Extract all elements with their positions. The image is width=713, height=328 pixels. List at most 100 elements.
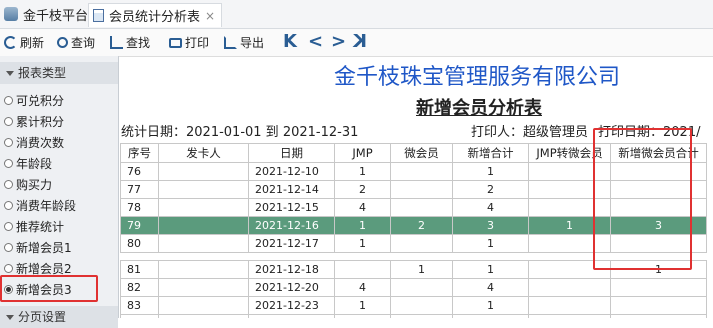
report-type-option[interactable]: 消费次数 — [4, 133, 64, 151]
table-row[interactable]: 83 2021-12-23 1 1 — [120, 296, 707, 315]
column-header[interactable]: 新增合计 — [452, 143, 529, 163]
table-cell: 83 — [120, 296, 159, 315]
document-icon — [93, 9, 104, 22]
section-title: 报表类型 — [18, 66, 67, 80]
table-cell: 4 — [452, 278, 529, 297]
highlight-box-selected-option — [0, 275, 98, 302]
table-cell: 77 — [120, 180, 159, 199]
table-cell — [390, 198, 453, 217]
table-cell: 78 — [120, 198, 159, 217]
table-cell: 2021-12-23 — [248, 296, 335, 315]
query-label: 查询 — [71, 36, 96, 50]
table-cell: 1 — [390, 314, 453, 318]
next-page-button[interactable]: > — [331, 32, 346, 52]
option-label: 年龄段 — [16, 156, 53, 171]
radio-button-icon[interactable] — [4, 137, 13, 147]
table-row[interactable]: 842021-12-24111 — [120, 314, 707, 318]
column-header[interactable]: 序号 — [120, 143, 159, 163]
option-label: 消费次数 — [16, 135, 65, 150]
tab-bar: 金千枝平台 会员统计分析表 × — [0, 0, 713, 29]
query-button[interactable]: 查询 — [57, 32, 95, 53]
close-tab-button[interactable]: × — [205, 9, 215, 23]
table-cell — [528, 296, 611, 315]
highlight-box-new-wechat-total — [593, 128, 692, 270]
table-cell — [390, 278, 453, 297]
tab-member-stats[interactable]: 会员统计分析表 × — [88, 3, 222, 27]
table-cell — [390, 234, 453, 253]
column-header[interactable]: 日期 — [248, 143, 335, 163]
table-cell: 2021-12-24 — [248, 314, 335, 318]
table-cell: 1 — [334, 234, 391, 253]
search-icon — [57, 37, 68, 48]
table-cell: 2021-12-14 — [248, 180, 335, 199]
table-cell — [158, 260, 249, 279]
table-cell: 80 — [120, 234, 159, 253]
toolbar: 刷新 查询 查找 打印 导出 K < > K — [0, 29, 713, 57]
table-cell: 82 — [120, 278, 159, 297]
table-cell — [158, 296, 249, 315]
table-cell: 76 — [120, 162, 159, 181]
table-cell — [158, 234, 249, 253]
option-label: 购买力 — [16, 177, 53, 192]
last-page-button[interactable]: K — [353, 31, 367, 52]
find-icon — [110, 36, 123, 49]
radio-button-icon[interactable] — [4, 200, 13, 210]
table-cell: 79 — [120, 216, 159, 235]
export-label: 导出 — [240, 36, 265, 50]
report-type-option[interactable]: 可兑积分 — [4, 91, 64, 109]
radio-button-icon[interactable] — [4, 263, 13, 273]
table-cell — [158, 162, 249, 181]
table-cell — [390, 180, 453, 199]
column-header[interactable]: JMP — [334, 143, 391, 163]
option-label: 新增会员2 — [16, 261, 72, 276]
table-cell — [528, 278, 611, 297]
table-cell — [610, 296, 707, 315]
table-cell — [158, 180, 249, 199]
refresh-button[interactable]: 刷新 — [4, 32, 44, 53]
report-title: 新增会员分析表 — [416, 98, 542, 119]
radio-button-icon[interactable] — [4, 95, 13, 105]
first-page-button[interactable]: K — [283, 32, 297, 52]
table-cell: 2021-12-15 — [248, 198, 335, 217]
radio-button-icon[interactable] — [4, 242, 13, 252]
table-cell: 1 — [610, 314, 707, 318]
report-type-option[interactable]: 累计积分 — [4, 112, 64, 130]
report-type-section[interactable]: 报表类型 — [0, 62, 118, 84]
radio-button-icon[interactable] — [4, 221, 13, 231]
print-button[interactable]: 打印 — [169, 32, 209, 53]
table-row[interactable]: 82 2021-12-20 4 4 — [120, 278, 707, 297]
column-header[interactable]: 发卡人 — [158, 143, 249, 163]
radio-button-icon[interactable] — [4, 116, 13, 126]
radio-button-icon[interactable] — [4, 179, 13, 189]
radio-button-icon[interactable] — [4, 158, 13, 168]
page-settings-section[interactable]: 分页设置 — [0, 306, 118, 328]
find-label: 查找 — [126, 36, 151, 50]
report-type-option[interactable]: 年龄段 — [4, 154, 52, 172]
table-cell — [158, 278, 249, 297]
table-cell — [334, 260, 391, 279]
table-cell: 2021-12-10 — [248, 162, 335, 181]
report-area: 金千枝珠宝管理服务有限公司 新增会员分析表 统计日期：2021-01-01 到 … — [118, 56, 713, 318]
app-logo-icon — [4, 7, 18, 21]
table-cell: 2021-12-16 — [248, 216, 335, 235]
report-type-option[interactable]: 消费年龄段 — [4, 196, 76, 214]
app-brand[interactable]: 金千枝平台 — [4, 4, 88, 24]
export-button[interactable]: 导出 — [224, 32, 264, 53]
table-cell: 1 — [334, 296, 391, 315]
find-button[interactable]: 查找 — [110, 32, 150, 53]
table-cell: 1 — [452, 162, 529, 181]
table-cell: 3 — [452, 216, 529, 235]
table-cell — [158, 314, 249, 318]
prev-page-button[interactable]: < — [308, 32, 323, 52]
print-label: 打印 — [185, 36, 210, 50]
table-cell: 2021-12-18 — [248, 260, 335, 279]
table-cell: 1 — [334, 162, 391, 181]
column-header[interactable]: 微会员 — [390, 143, 453, 163]
report-type-option[interactable]: 购买力 — [4, 175, 52, 193]
table-cell: 1 — [452, 296, 529, 315]
report-type-option[interactable]: 新增会员1 — [4, 238, 72, 256]
refresh-label: 刷新 — [20, 36, 45, 50]
table-cell — [334, 314, 391, 318]
table-cell: 4 — [334, 198, 391, 217]
report-type-option[interactable]: 推荐统计 — [4, 217, 64, 235]
